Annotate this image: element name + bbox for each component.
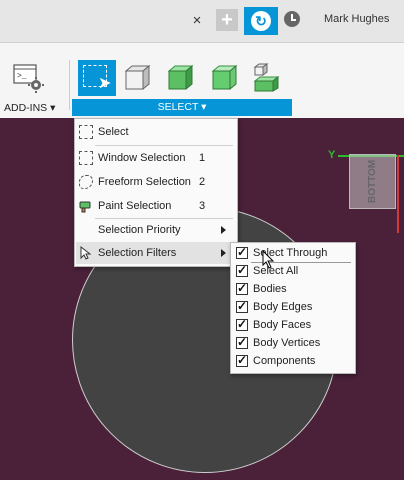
cursor-arrow-icon: ➤ (98, 75, 112, 92)
filter-label: Body Faces (253, 319, 312, 331)
checkbox[interactable] (236, 281, 248, 295)
filter-label: Bodies (253, 283, 287, 295)
menu-item-selection-filters[interactable]: Selection Filters (75, 242, 235, 264)
update-button[interactable]: ↻ (244, 7, 278, 35)
component-icon (253, 63, 280, 92)
checkbox[interactable] (236, 335, 248, 349)
tab-close-button[interactable]: × (190, 12, 204, 30)
mouse-cursor-icon (262, 249, 276, 273)
green-cube-icon (167, 64, 194, 91)
pointer-icon (79, 245, 93, 260)
menu-item-label: Selection Filters (98, 247, 177, 259)
menu-item-selection-priority[interactable]: Selection Priority (75, 219, 235, 241)
selection-filters-submenu: Select Through Select All Bodies Body Ed… (230, 242, 356, 374)
freeform-selection-icon (79, 175, 93, 189)
submenu-arrow-icon (221, 249, 226, 257)
body-select-button[interactable] (166, 64, 194, 91)
z-axis-line (397, 155, 399, 233)
menu-item-label: Window Selection (98, 152, 186, 164)
box-select-button[interactable] (123, 64, 151, 91)
filter-body-faces[interactable]: Body Faces (233, 317, 353, 335)
user-name[interactable]: Mark Hughes (324, 13, 389, 25)
svg-text:>_: >_ (17, 72, 27, 81)
new-tab-button[interactable]: + (216, 9, 238, 31)
filter-body-edges[interactable]: Body Edges (233, 299, 353, 317)
menu-item-paint-selection[interactable]: Paint Selection 3 (75, 195, 235, 217)
select-icon (79, 125, 93, 139)
menu-item-label: Freeform Selection (98, 176, 191, 188)
filter-label: Body Vertices (253, 337, 321, 349)
menu-item-label: Selection Priority (98, 224, 181, 236)
menu-item-shortcut: 3 (199, 200, 206, 212)
window-selection-icon (79, 151, 93, 165)
filter-components[interactable]: Components (233, 353, 353, 371)
addins-button[interactable]: >_ (12, 63, 46, 93)
filter-label: Body Edges (253, 301, 313, 313)
menu-item-label: Select (98, 126, 129, 138)
refresh-icon: ↻ (255, 13, 267, 29)
menu-divider (95, 145, 233, 146)
menu-item-shortcut: 1 (199, 152, 206, 164)
menu-item-select[interactable]: Select (75, 121, 235, 143)
toolbar-divider (69, 60, 70, 110)
checkbox[interactable] (236, 353, 248, 367)
clock-icon[interactable] (284, 11, 300, 27)
wire-cube-icon (124, 64, 151, 91)
select-menu: Select Window Selection 1 Freeform Selec… (74, 118, 238, 267)
addins-label[interactable]: ADD-INS ▾ (4, 102, 55, 114)
menu-item-label: Paint Selection (98, 200, 172, 212)
menu-item-freeform-selection[interactable]: Freeform Selection 2 (75, 171, 235, 193)
checkbox[interactable] (236, 263, 248, 277)
y-axis-label: Y (328, 149, 336, 161)
menu-item-shortcut: 2 (199, 176, 206, 188)
face-select-button[interactable] (210, 64, 238, 91)
checkbox[interactable] (236, 317, 248, 331)
filter-bodies[interactable]: Bodies (233, 281, 353, 299)
green-face-icon (211, 64, 238, 91)
checkbox[interactable] (236, 245, 248, 259)
paint-selection-icon (79, 199, 93, 213)
component-select-button[interactable] (252, 62, 280, 92)
filter-select-through[interactable]: Select Through (233, 245, 353, 263)
checkbox[interactable] (236, 299, 248, 313)
scripts-gear-icon: >_ (13, 64, 44, 93)
view-cube-face-label[interactable]: BOTTOM (349, 154, 396, 209)
submenu-arrow-icon (221, 226, 226, 234)
select-tool-button[interactable]: ➤ (78, 60, 116, 96)
select-dropdown-button[interactable]: SELECT ▾ (72, 99, 292, 116)
menu-item-window-selection[interactable]: Window Selection 1 (75, 147, 235, 169)
filter-label: Components (253, 355, 316, 367)
filter-select-all[interactable]: Select All (233, 263, 353, 281)
filter-body-vertices[interactable]: Body Vertices (233, 335, 353, 353)
